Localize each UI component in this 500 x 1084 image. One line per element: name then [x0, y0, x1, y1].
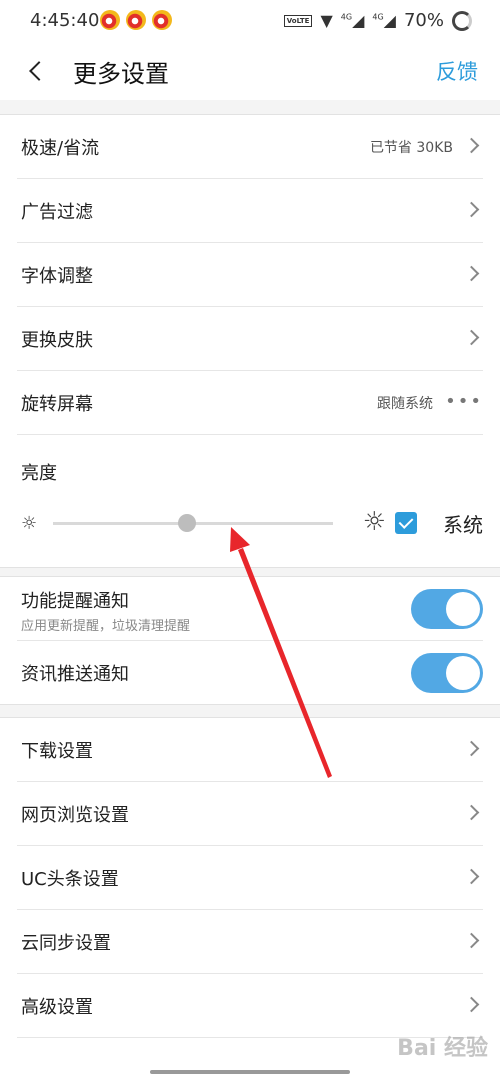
- feature-notify-toggle[interactable]: [411, 589, 483, 629]
- row-label: 资讯推送通知: [21, 664, 129, 685]
- chevron-right-icon: [463, 137, 480, 154]
- app-header: 更多设置 反馈: [0, 42, 500, 100]
- row-label: 更换皮肤: [21, 330, 93, 351]
- row-news-notify: 资讯推送通知: [17, 641, 483, 704]
- brightness-section: 亮度 ☼ ☼ 系统: [17, 435, 483, 567]
- signal-icon: 4G◢: [340, 11, 365, 30]
- row-label: UC头条设置: [21, 869, 119, 890]
- brightness-high-icon: ☼: [362, 507, 386, 537]
- rotate-value: 跟随系统: [377, 396, 433, 412]
- status-bar: 4:45:40 VoLTE ▼ 4G◢ 4G◢ 70%: [0, 0, 500, 42]
- slider-thumb[interactable]: [178, 514, 197, 532]
- row-ad-filter[interactable]: 广告过滤: [17, 179, 483, 243]
- more-dots-icon: •••: [445, 391, 483, 412]
- row-label: 极速/省流: [21, 138, 100, 159]
- chevron-right-icon: [463, 868, 480, 885]
- row-speed-mode[interactable]: 极速/省流 已节省 30KB: [17, 115, 483, 179]
- battery-icon: [452, 10, 472, 31]
- chevron-right-icon: [463, 932, 480, 949]
- chevron-right-icon: [463, 804, 480, 821]
- system-brightness-checkbox[interactable]: [395, 512, 417, 534]
- page-title: 更多设置: [73, 60, 169, 88]
- weibo-icon: [152, 10, 172, 30]
- row-advanced[interactable]: 高级设置: [17, 974, 483, 1038]
- chevron-right-icon: [463, 329, 480, 346]
- row-uc-headlines[interactable]: UC头条设置: [17, 846, 483, 910]
- settings-group-notifications: 功能提醒通知 应用更新提醒，垃圾清理提醒 资讯推送通知: [0, 576, 500, 705]
- chevron-right-icon: [463, 201, 480, 218]
- row-sublabel: 应用更新提醒，垃圾清理提醒: [21, 619, 191, 634]
- feedback-button[interactable]: 反馈: [436, 56, 478, 86]
- brightness-slider[interactable]: [53, 514, 333, 532]
- chevron-right-icon: [463, 265, 480, 282]
- settings-group-general: 下载设置 网页浏览设置 UC头条设置 云同步设置 高级设置: [0, 717, 500, 1084]
- row-label: 网页浏览设置: [21, 805, 129, 826]
- news-notify-toggle[interactable]: [411, 653, 483, 693]
- row-label: 广告过滤: [21, 202, 93, 223]
- row-label: 云同步设置: [21, 933, 111, 954]
- chevron-right-icon: [463, 740, 480, 757]
- row-label: 功能提醒通知: [21, 591, 129, 612]
- toggle-knob: [446, 656, 480, 690]
- volte-icon: VoLTE: [283, 14, 313, 27]
- brightness-label: 亮度: [21, 463, 57, 484]
- settings-group-display: 极速/省流 已节省 30KB 广告过滤 字体调整 更换皮肤 旋转屏幕 跟随系统 …: [0, 114, 500, 568]
- status-right: VoLTE ▼ 4G◢ 4G◢ 70%: [283, 10, 472, 31]
- watermark-logo: Bai 经验: [397, 1036, 488, 1061]
- wifi-icon: ▼: [320, 11, 333, 30]
- row-label: 高级设置: [21, 997, 93, 1018]
- brightness-low-icon: ☼: [21, 513, 38, 534]
- row-label: 字体调整: [21, 266, 93, 287]
- weibo-icon: [126, 10, 146, 30]
- row-label: 下载设置: [21, 741, 93, 762]
- row-cloud-sync[interactable]: 云同步设置: [17, 910, 483, 974]
- chevron-right-icon: [463, 996, 480, 1013]
- saved-data-value: 已节省 30KB: [369, 140, 453, 156]
- weibo-icon: [100, 10, 120, 30]
- back-button[interactable]: [22, 54, 52, 88]
- battery-percent: 70%: [403, 10, 444, 31]
- toggle-knob: [446, 592, 480, 626]
- row-skin[interactable]: 更换皮肤: [17, 307, 483, 371]
- notification-icons: [100, 10, 172, 30]
- status-time: 4:45:40: [30, 10, 100, 31]
- home-indicator[interactable]: [150, 1070, 350, 1074]
- system-label: 系统: [443, 513, 483, 537]
- row-browse[interactable]: 网页浏览设置: [17, 782, 483, 846]
- row-rotate-screen[interactable]: 旋转屏幕 跟随系统 •••: [17, 371, 483, 435]
- row-label: 旋转屏幕: [21, 394, 93, 415]
- row-feature-notify: 功能提醒通知 应用更新提醒，垃圾清理提醒: [17, 577, 483, 641]
- row-font-adjust[interactable]: 字体调整: [17, 243, 483, 307]
- row-download[interactable]: 下载设置: [17, 718, 483, 782]
- signal-icon: 4G◢: [372, 11, 396, 30]
